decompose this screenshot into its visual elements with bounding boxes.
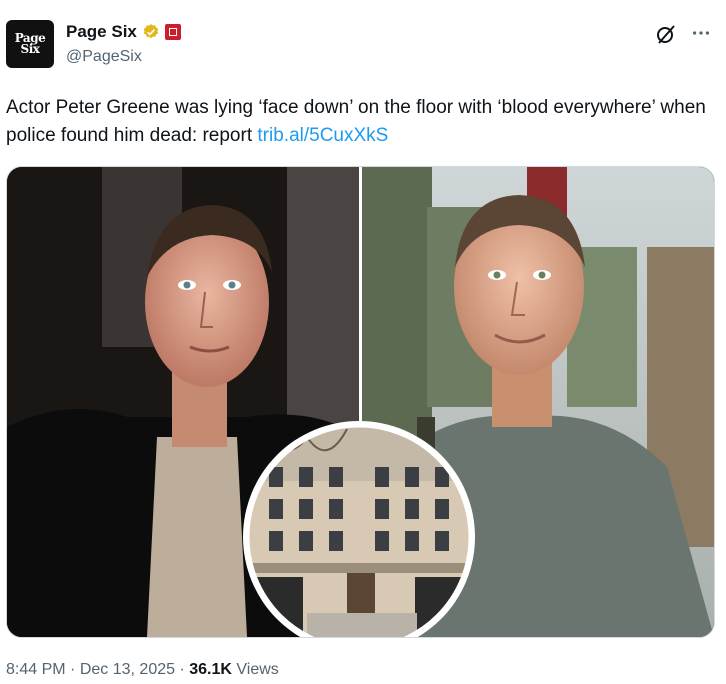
tweet-media[interactable] xyxy=(6,166,715,638)
tweet-date[interactable]: Dec 13, 2025 xyxy=(80,661,175,678)
tweet-time[interactable]: 8:44 PM xyxy=(6,661,66,678)
photo-collage xyxy=(7,167,714,637)
meta-separator: · xyxy=(179,661,185,678)
handle[interactable]: @PageSix xyxy=(66,48,142,66)
tweet-meta: 8:44 PM · Dec 13, 2025 · 36.1K Views xyxy=(6,661,279,679)
affiliate-badge-icon[interactable] xyxy=(164,24,181,40)
verified-badge-icon xyxy=(143,24,159,39)
author-name-row: Page Six xyxy=(66,22,181,42)
avatar[interactable]: Page Six xyxy=(6,20,54,68)
tweet-text: Actor Peter Greene was lying ‘face down’… xyxy=(6,94,706,150)
views-label: Views xyxy=(236,661,279,678)
avatar-text-line2: Six xyxy=(20,42,40,56)
more-options-icon[interactable] xyxy=(690,22,712,44)
views-count[interactable]: 36.1K xyxy=(189,661,232,678)
grok-icon[interactable] xyxy=(654,22,678,46)
display-name[interactable]: Page Six xyxy=(66,22,137,42)
meta-separator: · xyxy=(70,661,76,678)
tweet-link[interactable]: trib.al/5CuxXkS xyxy=(257,125,388,146)
